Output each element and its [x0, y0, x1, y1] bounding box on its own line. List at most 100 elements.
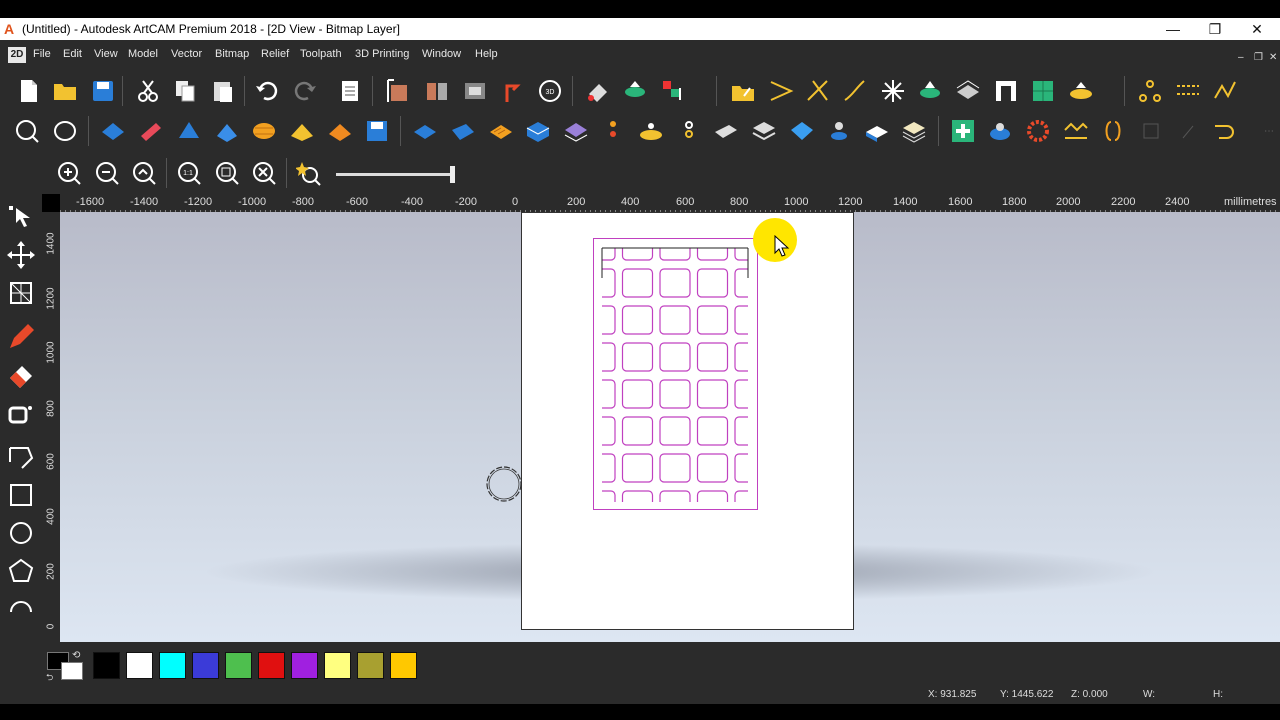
color-swatch[interactable]	[291, 652, 318, 679]
relief-mirror-icon[interactable]	[1100, 118, 1126, 144]
color-swatch[interactable]	[159, 652, 186, 679]
relief-yellow-person-icon[interactable]	[638, 118, 664, 144]
relief-blend-icon[interactable]	[713, 118, 739, 144]
menu-file[interactable]: File	[33, 48, 51, 60]
relief-flat-icon[interactable]	[864, 118, 890, 144]
relief-sheet-icon[interactable]	[901, 118, 927, 144]
layer-green-icon[interactable]	[917, 78, 943, 104]
polygon-select-icon[interactable]	[6, 442, 36, 472]
2d-view-icon[interactable]: 2D	[8, 47, 26, 63]
align-grid-icon[interactable]	[6, 278, 36, 308]
relief-blue-2-icon[interactable]	[176, 118, 202, 144]
relief-layers-icon[interactable]	[563, 118, 589, 144]
new-file-icon[interactable]	[16, 78, 42, 104]
relief-zigzag-icon[interactable]	[1063, 118, 1089, 144]
extrude-icon[interactable]	[138, 118, 164, 144]
zoom-all-icon[interactable]	[251, 160, 277, 186]
zoom-in-icon[interactable]	[56, 160, 82, 186]
relief-bevel-icon[interactable]	[789, 118, 815, 144]
pencil-icon[interactable]	[6, 322, 36, 352]
rectangle-icon[interactable]	[6, 480, 36, 510]
notes-icon[interactable]	[337, 78, 363, 104]
relief-blue-3-icon[interactable]	[214, 118, 240, 144]
relief-pin-icon[interactable]	[600, 118, 626, 144]
relief-hook-icon[interactable]	[1213, 118, 1239, 144]
copy-icon[interactable]	[172, 78, 198, 104]
star-shape-icon[interactable]	[880, 78, 906, 104]
menu-vector[interactable]: Vector	[171, 48, 202, 60]
shape-editor-icon[interactable]	[52, 118, 78, 144]
model-split-icon[interactable]	[424, 78, 450, 104]
menu-help[interactable]: Help	[475, 48, 498, 60]
zoom-1to1-icon[interactable]: 1:1	[176, 160, 202, 186]
menu-edit[interactable]: Edit	[63, 48, 82, 60]
mdi-minimize-button[interactable]: ‒	[1238, 52, 1244, 63]
nodes-icon[interactable]	[1137, 78, 1163, 104]
texture-icon[interactable]	[955, 78, 981, 104]
close-button[interactable]: ✕	[1236, 18, 1278, 40]
color-swatch[interactable]	[93, 652, 120, 679]
set-model-size-icon[interactable]	[386, 78, 412, 104]
reset-colors-icon[interactable]: ⮌	[46, 670, 53, 686]
drawing-canvas[interactable]	[60, 212, 1280, 642]
relief-blue-1-icon[interactable]	[100, 118, 126, 144]
relief-angle-icon[interactable]	[450, 118, 476, 144]
menu-view[interactable]: View	[94, 48, 118, 60]
lattice-pattern[interactable]	[600, 246, 750, 504]
relief-orange-icon[interactable]	[327, 118, 353, 144]
menu-window[interactable]: Window	[422, 48, 461, 60]
polygon-icon[interactable]	[6, 556, 36, 586]
restore-button[interactable]: ❐	[1194, 18, 1236, 40]
trim-icon[interactable]	[805, 78, 831, 104]
paste-icon[interactable]	[210, 78, 236, 104]
yellow-layer-icon[interactable]	[1068, 78, 1094, 104]
color-swatch[interactable]	[390, 652, 417, 679]
mdi-close-button[interactable]: ✕	[1269, 52, 1277, 63]
add-green-icon[interactable]	[950, 118, 976, 144]
relief-gear-icon[interactable]	[1025, 118, 1051, 144]
curve-icon[interactable]	[842, 78, 868, 104]
zoom-previous-icon[interactable]	[131, 160, 157, 186]
color-swatch[interactable]	[126, 652, 153, 679]
relief-merge-icon[interactable]	[826, 118, 852, 144]
undo-icon[interactable]	[254, 78, 280, 104]
save-relief-icon[interactable]	[364, 118, 390, 144]
zoom-slider-handle[interactable]	[450, 166, 455, 183]
swap-colors-icon[interactable]: ⟲	[72, 650, 80, 661]
transform-icon[interactable]	[6, 240, 36, 270]
menu-3d-printing[interactable]: 3D Printing	[355, 48, 409, 60]
color-swatch[interactable]	[225, 652, 252, 679]
relief-weave-icon[interactable]	[251, 118, 277, 144]
smooth-nodes-icon[interactable]	[1212, 78, 1238, 104]
node-edit-icon[interactable]	[6, 202, 36, 232]
secondary-color-swatch[interactable]	[61, 662, 83, 680]
relief-yellow-icon[interactable]	[289, 118, 315, 144]
zoom-selection-icon[interactable]	[296, 160, 322, 186]
green-grid-icon[interactable]	[1030, 78, 1056, 104]
relief-keyhole-icon[interactable]	[676, 118, 702, 144]
zoom-slider-track[interactable]	[336, 173, 454, 176]
toolbar-overflow-icon[interactable]: ⋯	[1264, 126, 1274, 137]
offset-model-icon[interactable]	[462, 78, 488, 104]
frame-icon[interactable]	[993, 78, 1019, 104]
pick-icon[interactable]	[499, 78, 525, 104]
eraser-vector-icon[interactable]	[585, 78, 611, 104]
mdi-restore-button[interactable]: ❐	[1254, 52, 1263, 63]
menu-model[interactable]: Model	[128, 48, 158, 60]
zoom-out-icon[interactable]	[94, 160, 120, 186]
arc-icon[interactable]	[6, 594, 36, 624]
relief-dome-icon[interactable]	[987, 118, 1013, 144]
color-swatch[interactable]	[357, 652, 384, 679]
circle-icon[interactable]	[6, 518, 36, 548]
menu-bitmap[interactable]: Bitmap	[215, 48, 249, 60]
relief-plane-icon[interactable]	[412, 118, 438, 144]
layer-sort-icon[interactable]	[660, 78, 686, 104]
open-folder-icon[interactable]	[52, 78, 78, 104]
minimize-button[interactable]: —	[1152, 18, 1194, 40]
redo-icon[interactable]	[292, 78, 318, 104]
save-icon[interactable]	[90, 78, 116, 104]
eraser-icon[interactable]	[6, 360, 36, 390]
color-swatch[interactable]	[192, 652, 219, 679]
view-3d-icon[interactable]: 3D	[537, 78, 563, 104]
paint-bucket-icon[interactable]	[6, 398, 36, 428]
